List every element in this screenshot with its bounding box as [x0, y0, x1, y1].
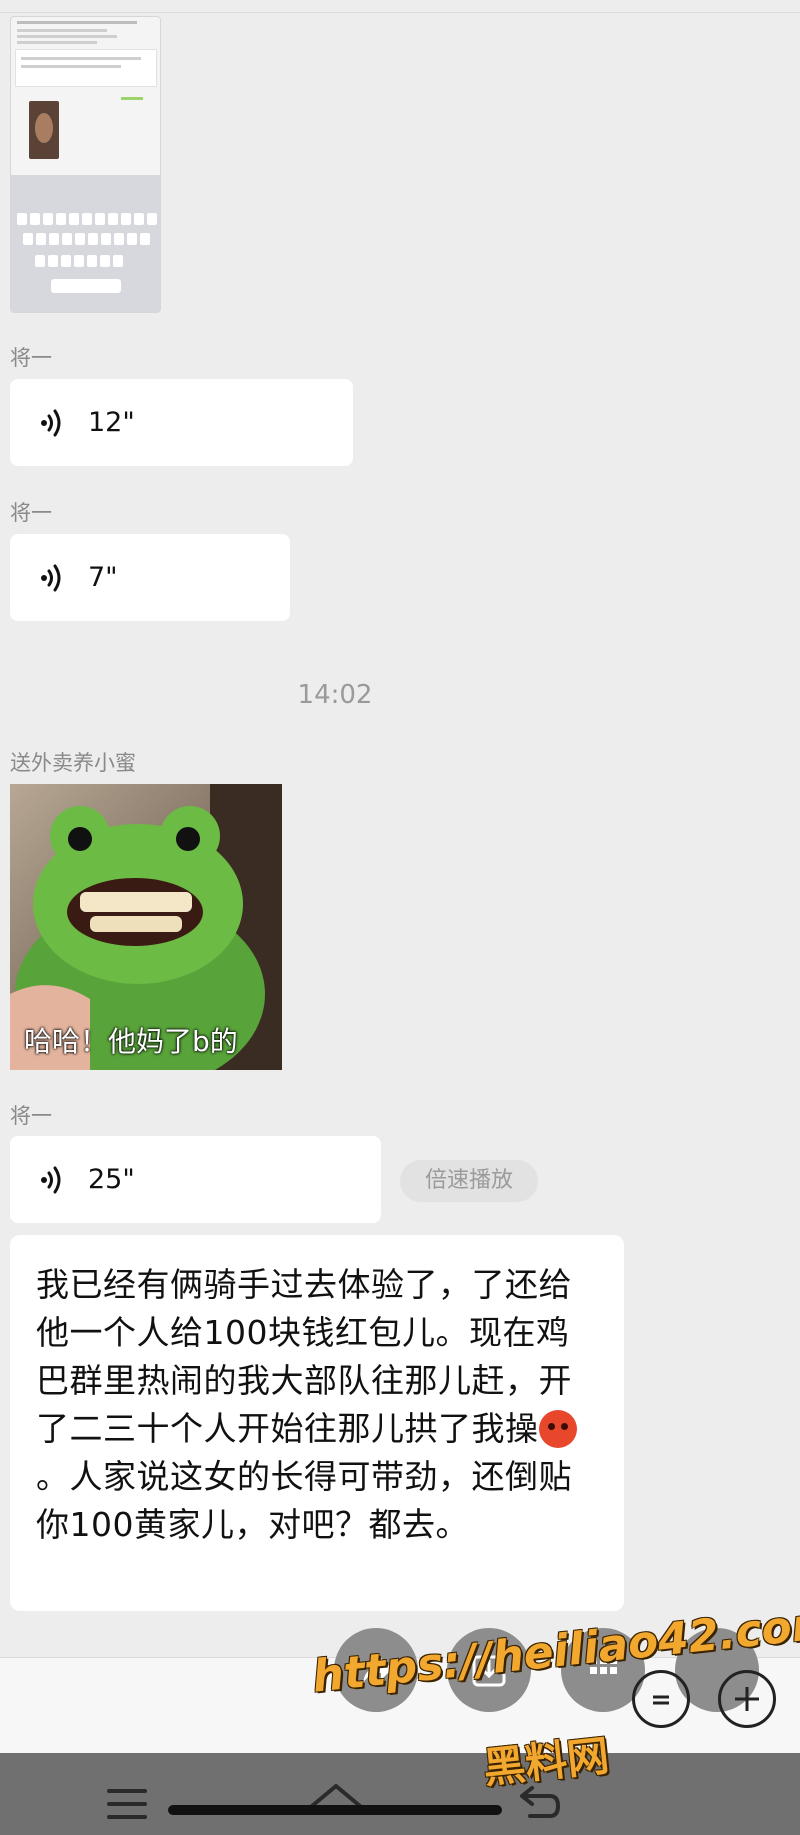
sender-name: 将一	[10, 346, 52, 370]
voice-duration: 7"	[88, 562, 118, 593]
plus-icon	[735, 1687, 759, 1711]
message-text-part1: 我已经有俩骑手过去体验了，了还给他一个人给100块钱红包儿。现在鸡巴群里热闹的我…	[36, 1265, 572, 1448]
angry-face-icon	[538, 1410, 577, 1448]
voice-wave-icon	[41, 564, 61, 591]
sender-name: 将一	[10, 501, 52, 525]
voice-message[interactable]: 7"	[10, 534, 290, 621]
meme-image[interactable]: 哈哈！他妈了b的	[10, 784, 282, 1070]
message-text-part2: 。人家说这女的长得可带劲，还倒贴你100黄家儿，对吧？都去。	[36, 1457, 572, 1544]
sender-name: 将一	[10, 1104, 52, 1128]
emoji-icon	[653, 1695, 669, 1705]
playback-speed-button[interactable]: 倍速播放	[400, 1160, 538, 1202]
voice-duration: 25"	[88, 1164, 135, 1195]
menu-icon[interactable]	[105, 1786, 149, 1822]
voice-wave-icon	[41, 409, 61, 436]
meme-caption: 哈哈！他妈了b的	[24, 1025, 238, 1058]
voice-message[interactable]: 12"	[10, 379, 353, 466]
voice-message[interactable]: 25"	[10, 1136, 381, 1223]
voice-duration: 12"	[88, 407, 135, 438]
message-text: 我已经有俩骑手过去体验了，了还给他一个人给100块钱红包儿。现在鸡巴群里热闹的我…	[36, 1261, 602, 1549]
screenshot-thumbnail[interactable]	[10, 16, 161, 313]
top-divider	[0, 12, 800, 13]
message-timestamp: 14:02	[297, 680, 373, 710]
voice-wave-icon	[41, 1166, 61, 1193]
home-icon[interactable]	[306, 1780, 366, 1824]
plus-button[interactable]	[718, 1670, 776, 1728]
sender-name: 送外卖养小蜜	[10, 751, 136, 775]
emoji-button[interactable]	[632, 1670, 690, 1728]
text-message-bubble[interactable]: 我已经有俩骑手过去体验了，了还给他一个人给100块钱红包儿。现在鸡巴群里热闹的我…	[10, 1235, 624, 1611]
home-indicator[interactable]	[168, 1805, 502, 1815]
